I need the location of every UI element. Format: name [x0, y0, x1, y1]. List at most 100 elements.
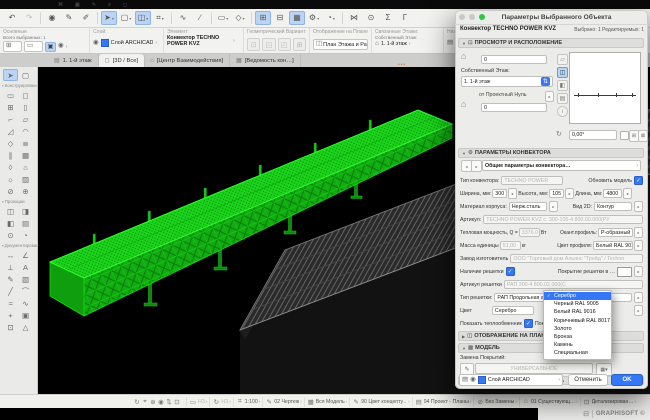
section-marker-button[interactable]: Γ: [397, 11, 413, 25]
view2d-field[interactable]: Контур: [594, 202, 632, 211]
section-preview-positioning[interactable]: ▼ ⊡ ПРОСМОТР И РАСПОЛОЖЕНИЕ: [458, 38, 644, 48]
printer-icon[interactable]: ⊟: [583, 410, 593, 418]
fill-tool[interactable]: ▧: [18, 273, 33, 285]
list-menu-icon[interactable]: ≡: [105, 0, 114, 8]
gravity-button[interactable]: ⊟: [272, 11, 288, 25]
scale-quick-option[interactable]: ⌗1:100›: [233, 397, 262, 407]
window-tool[interactable]: ⊞: [3, 101, 18, 113]
height-field[interactable]: 105: [549, 189, 564, 198]
edge-profile-stepper[interactable]: ▸: [634, 227, 643, 238]
shell-tool[interactable]: ◠: [18, 125, 33, 137]
chevron-right-icon[interactable]: ›: [155, 40, 157, 46]
grille-coating-swatch[interactable]: [617, 267, 632, 277]
zoom-icon[interactable]: ⊕: [149, 398, 157, 406]
text-tool[interactable]: A: [18, 261, 33, 273]
edge-profile-field[interactable]: P-образный: [598, 228, 633, 237]
railing-tool[interactable]: ∥: [3, 149, 18, 161]
layer-value[interactable]: Слой ARCHICAD: [111, 40, 154, 46]
wall-tool[interactable]: ▭: [3, 89, 18, 101]
chevron-right-icon[interactable]: ›: [409, 41, 411, 47]
toolbox-section-header[interactable]: ▾Проекции: [0, 197, 37, 205]
angle-dimension-tool[interactable]: ∠: [18, 249, 33, 261]
find-select-button[interactable]: ⊙: [363, 11, 379, 25]
level-dimension-tool[interactable]: ⊥: [3, 261, 18, 273]
marker-tool[interactable]: △: [18, 321, 33, 333]
orbit-icon[interactable]: ↻: [133, 398, 141, 406]
door-tool[interactable]: ◻: [18, 89, 33, 101]
profile-color-field[interactable]: Белый RAL 901: [593, 241, 633, 250]
geometry-variant-1-icon[interactable]: ⊡: [247, 38, 260, 51]
construction-method-button[interactable]: ▭▾: [215, 11, 231, 25]
snap-grid-button[interactable]: ⌗▾: [152, 11, 168, 25]
color-option[interactable]: Золото: [544, 325, 611, 333]
info-icon[interactable]: i: [557, 106, 568, 117]
detail-level-quick-option[interactable]: ⊡Детализирован…›: [580, 397, 639, 407]
color-option[interactable]: Камень: [544, 341, 611, 349]
selection-filter-field[interactable]: ⊞: [3, 41, 22, 52]
spline-tool[interactable]: ∿: [18, 297, 33, 309]
interior-elevation-tool[interactable]: ◧: [3, 217, 18, 229]
home-story-value[interactable]: 1. 1-й этаж: [381, 41, 407, 47]
section-convector-parameters[interactable]: ▼ ⚙ ПАРАМЕТРЫ КОНВЕКТОРА: [458, 148, 644, 158]
opening-tool[interactable]: ⊘: [3, 185, 18, 197]
label-tool[interactable]: ✎: [3, 273, 18, 285]
toolbox-section-header[interactable]: ▾Конструирование: [0, 81, 37, 89]
display-mode-select[interactable]: ◫ План Этажа и Разрез…: [313, 39, 368, 50]
page-next-button[interactable]: ▸: [471, 160, 482, 172]
apple-menu-icon[interactable]: ⌘: [55, 0, 66, 8]
morph-tool[interactable]: ◇: [3, 137, 18, 149]
color-option[interactable]: ✓Серебро: [544, 292, 611, 300]
eye-icon[interactable]: ◉: [157, 398, 165, 406]
beam-tool[interactable]: ⌐: [3, 113, 18, 125]
tab-floor-plan[interactable]: ▤1. 1-й этаж: [48, 54, 99, 67]
length-field[interactable]: 4800: [603, 189, 622, 198]
trace-reference-button[interactable]: ◫▾: [135, 11, 151, 25]
home-story-select[interactable]: 1. 1-й этаж ⇅: [461, 76, 553, 87]
profile-color-stepper[interactable]: ▸: [634, 240, 643, 251]
color-field[interactable]: Серебро: [492, 306, 534, 315]
column-tool[interactable]: ▯: [18, 101, 33, 113]
settings-gear-button[interactable]: ⚙▾: [306, 11, 322, 25]
favorites-button[interactable]: ◉: [44, 11, 60, 25]
chevron-right-icon[interactable]: ›: [233, 38, 235, 44]
width-stepper[interactable]: ▸: [508, 188, 517, 199]
material-field[interactable]: Нерж.сталь: [509, 202, 547, 211]
equipment-tool[interactable]: ⊕: [18, 185, 33, 197]
color-option[interactable]: Белый RAL 9016: [544, 308, 611, 316]
object-tool[interactable]: ⌂: [18, 161, 33, 173]
grille-coating-stepper[interactable]: ▸: [634, 266, 643, 277]
renovation-filter-quick-option[interactable]: ▭НЗ›: [186, 397, 209, 407]
front-view-icon[interactable]: ◫: [557, 67, 568, 78]
lamp-tool[interactable]: ☼: [3, 173, 18, 185]
chevron-right-icon[interactable]: ›: [66, 44, 68, 50]
mirror-y-icon[interactable]: ⊠: [638, 130, 648, 142]
explore-icon[interactable]: ⌖: [141, 398, 149, 406]
dialog-titlebar[interactable]: Параметры Выбранного Объекта: [455, 10, 648, 25]
mesh-tool[interactable]: ▨: [18, 173, 33, 185]
renovation-status-quick-option[interactable]: ⌂01 Существующ…›: [519, 397, 580, 407]
rotation-angle-field[interactable]: 0,00°: [569, 130, 617, 140]
color-option[interactable]: Черный RAL 9005: [544, 300, 611, 308]
autosave-clock-button[interactable]: ◔▾: [323, 11, 339, 25]
partial-structure-quick-option[interactable]: ▦Вся Модель›: [304, 397, 349, 407]
ok-button[interactable]: OK: [611, 374, 643, 386]
color-option[interactable]: Специальная: [544, 349, 611, 357]
offset-top-field[interactable]: 0: [481, 55, 547, 64]
pen-set-quick-option[interactable]: ✎02 Чертеж›: [262, 397, 303, 407]
height-stepper[interactable]: ▸: [565, 188, 574, 199]
color-stepper[interactable]: ▸: [634, 305, 643, 316]
figure-tool[interactable]: ▣: [18, 309, 33, 321]
roof-tool[interactable]: ◿: [3, 125, 18, 137]
reference-level-stepper[interactable]: ▸: [545, 91, 554, 102]
redo-button[interactable]: ↷: [21, 11, 37, 25]
plan-view-icon[interactable]: ▱: [557, 54, 568, 65]
width-field[interactable]: 300: [492, 189, 507, 198]
window-menu-icon[interactable]: ◻: [120, 0, 130, 8]
mirror-checkbox[interactable]: [620, 131, 629, 140]
pick-up-parameters-button[interactable]: ✎: [61, 11, 77, 25]
worksheet-tool[interactable]: ▤: [18, 217, 33, 229]
guide-lines-button[interactable]: ∕: [192, 11, 208, 25]
drawing-tool[interactable]: ⊡: [3, 321, 18, 333]
model-view-options-quick-option[interactable]: ▤04 Проект - Планы›: [412, 397, 474, 407]
update-model-checkbox[interactable]: [634, 176, 643, 185]
